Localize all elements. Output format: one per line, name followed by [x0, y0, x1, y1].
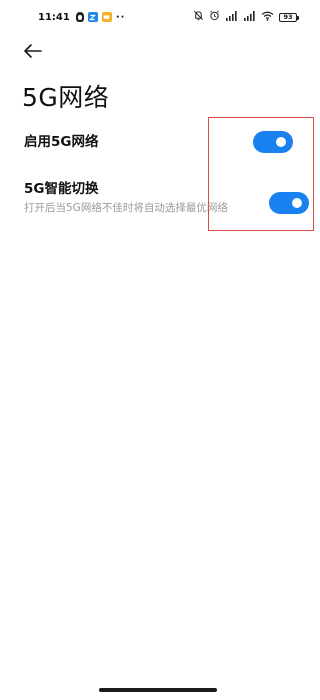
- smart-switch-toggle[interactable]: [269, 192, 309, 214]
- status-time: 11:41: [38, 11, 70, 23]
- setting-text: 启用5G网络: [24, 131, 253, 153]
- signal-icon-2: [243, 10, 256, 24]
- signal-icon-1: [225, 10, 238, 24]
- qq-icon: [75, 12, 84, 22]
- back-button[interactable]: [20, 38, 46, 64]
- mute-icon: [193, 10, 204, 24]
- setting-label: 5G智能切换: [24, 181, 99, 197]
- enable-5g-toggle[interactable]: [253, 131, 293, 153]
- battery-icon: 93: [279, 12, 299, 22]
- toggle-knob: [276, 137, 286, 147]
- setting-row-enable-5g[interactable]: 启用5G网络: [24, 131, 293, 153]
- setting-description: 打开后当5G网络不佳时将自动选择最优网络: [24, 202, 228, 214]
- back-arrow-icon: [24, 44, 42, 58]
- app-notification-icon: [87, 12, 98, 22]
- status-bar: 11:41 ·· 93: [0, 0, 315, 34]
- more-notifications-icon: ··: [115, 11, 126, 23]
- battery-level: 93: [283, 13, 293, 21]
- wifi-icon: [261, 11, 274, 24]
- toggle-knob: [292, 198, 302, 208]
- status-left: 11:41 ··: [38, 12, 125, 23]
- setting-row-smart-switch[interactable]: 5G智能切换 打开后当5G网络不佳时将自动选择最优网络: [24, 178, 309, 216]
- status-right: 93: [193, 10, 299, 24]
- page-title: 5G网络: [22, 83, 110, 112]
- notification-icons: ··: [75, 11, 126, 23]
- setting-label: 启用5G网络: [24, 134, 99, 150]
- message-notification-icon: [101, 12, 112, 22]
- alarm-icon: [209, 10, 220, 24]
- setting-text: 5G智能切换 打开后当5G网络不佳时将自动选择最优网络: [24, 178, 269, 216]
- home-indicator[interactable]: [98, 688, 217, 692]
